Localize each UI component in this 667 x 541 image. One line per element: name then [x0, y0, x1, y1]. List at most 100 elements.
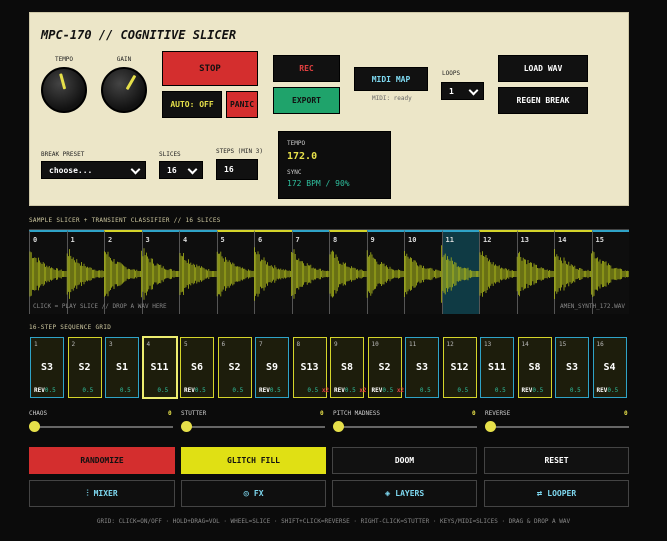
slider-label: REVERSE: [485, 410, 511, 417]
slider-thumb[interactable]: [181, 421, 192, 432]
fx-tab-label: FX: [253, 489, 264, 498]
layers-tab-label: LAYERS: [395, 489, 425, 498]
reset-button[interactable]: RESET: [484, 447, 629, 474]
fx-icon: ◎: [243, 488, 249, 499]
step-cell[interactable]: 12 S12 0.5: [442, 337, 477, 398]
auto-toggle-button[interactable]: AUTO: OFF: [162, 91, 222, 118]
step-info: 0.5: [72, 387, 94, 394]
slider-value: 0: [168, 410, 172, 417]
step-cell[interactable]: 15 S3 0.5: [555, 337, 589, 398]
stutter-flag: x2: [396, 387, 405, 394]
slider-thumb[interactable]: [485, 421, 496, 432]
looper-tab[interactable]: ⇄ LOOPER: [484, 480, 629, 507]
break-preset-select[interactable]: choose...: [41, 161, 146, 179]
step-info: 0.5: [409, 387, 431, 394]
step-cell[interactable]: 6 S2 0.5: [217, 337, 252, 398]
step-cell[interactable]: 5 S6 REV0.5: [180, 337, 214, 398]
sliders-icon: ⫶: [86, 488, 89, 499]
step-cell[interactable]: 9 S8 REV0.5 x2: [330, 337, 367, 398]
panic-button[interactable]: PANIC: [226, 91, 258, 118]
stutter-flag: x2: [359, 387, 367, 394]
tempo-display: TEMPO 172.0 SYNC 172 BPM / 90%: [278, 131, 391, 199]
regen-break-button[interactable]: REGEN BREAK: [498, 87, 588, 114]
step-number: 8: [296, 341, 301, 348]
midi-map-button[interactable]: MIDI MAP: [354, 67, 428, 91]
grid-header: 16-STEP SEQUENCE GRID: [29, 324, 112, 331]
slider-thumb[interactable]: [29, 421, 40, 432]
slider-value: 0: [624, 410, 628, 417]
tempo-knob[interactable]: [41, 67, 87, 113]
fx-tab[interactable]: ◎ FX: [181, 480, 326, 507]
slider-track[interactable]: [185, 426, 325, 428]
midi-status: MIDI: ready: [372, 95, 412, 102]
display-tempo-label: TEMPO: [287, 140, 306, 147]
step-cell[interactable]: 3 S1 0.5: [105, 337, 139, 398]
step-info: 0.5: [559, 387, 581, 394]
mixer-tab[interactable]: ⫶ MIXER: [29, 480, 175, 507]
step-cell[interactable]: 10 S2 REV0.5 x2: [367, 337, 405, 398]
slider-thumb[interactable]: [333, 421, 344, 432]
step-cell[interactable]: 14 S8 REV0.5: [517, 337, 552, 398]
waveform-slicer[interactable]: 0 1 2 3 4 5 6 7 8 9 10 11 12 13 14 15 CLICK = PLAY SLIC…: [29, 229, 629, 314]
glitch-fill-button[interactable]: GLITCH FILL: [181, 447, 326, 474]
layers-tab[interactable]: ◈ LAYERS: [332, 480, 477, 507]
step-slice: S3: [565, 362, 579, 373]
slider-track[interactable]: [337, 426, 477, 428]
step-number: 14: [521, 341, 529, 348]
slicer-hint: CLICK = PLAY SLICE // DROP A WAV HERE: [33, 303, 167, 310]
step-number: 12: [446, 341, 454, 348]
slider-track[interactable]: [33, 426, 173, 428]
step-cell[interactable]: 1 S3 REV0.5: [30, 337, 64, 398]
step-number: 2: [71, 341, 76, 348]
step-cell[interactable]: 4 S11 0.5: [142, 337, 177, 398]
export-button[interactable]: EXPORT: [273, 87, 340, 114]
step-number: 3: [109, 341, 113, 348]
slicer-header: SAMPLE SLICER + TRANSIENT CLASSIFIER // …: [29, 217, 221, 224]
step-volume: 0.5: [269, 387, 281, 394]
app-title: MPC-170 // COGNITIVE SLICER: [41, 28, 237, 42]
step-cell[interactable]: 7 S9 REV0.5: [255, 337, 289, 398]
mixer-tab-label: MIXER: [93, 489, 118, 498]
step-cell[interactable]: 16 S4 REV0.5: [592, 337, 627, 398]
step-slice: S6: [190, 362, 204, 373]
step-slice: S3: [40, 362, 54, 373]
step-volume: 0.5: [232, 387, 244, 394]
step-cell[interactable]: 8 S13 0.5 x2: [292, 337, 329, 398]
step-slice: S11: [487, 362, 507, 373]
stop-button[interactable]: STOP: [162, 51, 258, 86]
step-volume: 0.5: [607, 387, 619, 394]
step-cell[interactable]: 2 S2 0.5: [67, 337, 102, 398]
doom-button[interactable]: DOOM: [332, 447, 477, 474]
gain-knob-label: GAIN: [116, 56, 132, 63]
loops-select[interactable]: 1: [441, 82, 484, 100]
slider-label: PITCH MADNESS: [333, 410, 380, 417]
steps-input[interactable]: 16: [216, 159, 258, 180]
step-volume: 0.5: [44, 387, 56, 394]
control-panel: MPC-170 // COGNITIVE SLICER TEMPO GAIN S…: [29, 12, 629, 206]
load-wav-button[interactable]: LOAD WAV: [498, 55, 588, 82]
gain-knob[interactable]: [101, 67, 147, 113]
step-info: REV0.5: [522, 387, 544, 394]
step-number: 5: [184, 341, 188, 348]
step-volume: 0.5: [532, 387, 544, 394]
slices-label: SLICES: [159, 151, 181, 158]
step-cell[interactable]: 11 S3 0.5: [405, 337, 439, 398]
step-info: REV0.5: [184, 387, 206, 394]
display-sync-label: SYNC: [287, 169, 302, 176]
slider-track[interactable]: [489, 426, 629, 428]
reverse-flag: REV: [259, 387, 270, 394]
step-number: 11: [409, 341, 417, 348]
randomize-button[interactable]: RANDOMIZE: [29, 447, 175, 474]
step-cell[interactable]: 13 S11 0.5: [480, 337, 514, 398]
looper-tab-label: LOOPER: [547, 489, 577, 498]
step-volume: 0.5: [82, 387, 94, 394]
chevron-down-icon: [187, 164, 198, 175]
loop-icon: ⇄: [536, 488, 543, 499]
reverse-flag: REV: [184, 387, 195, 394]
step-volume: 0.5: [307, 387, 319, 394]
step-number: 15: [559, 341, 567, 348]
step-number: 9: [334, 341, 338, 348]
rec-button[interactable]: REC: [273, 55, 340, 82]
step-info: REV0.5: [259, 387, 281, 394]
slices-select[interactable]: 16: [159, 161, 203, 179]
